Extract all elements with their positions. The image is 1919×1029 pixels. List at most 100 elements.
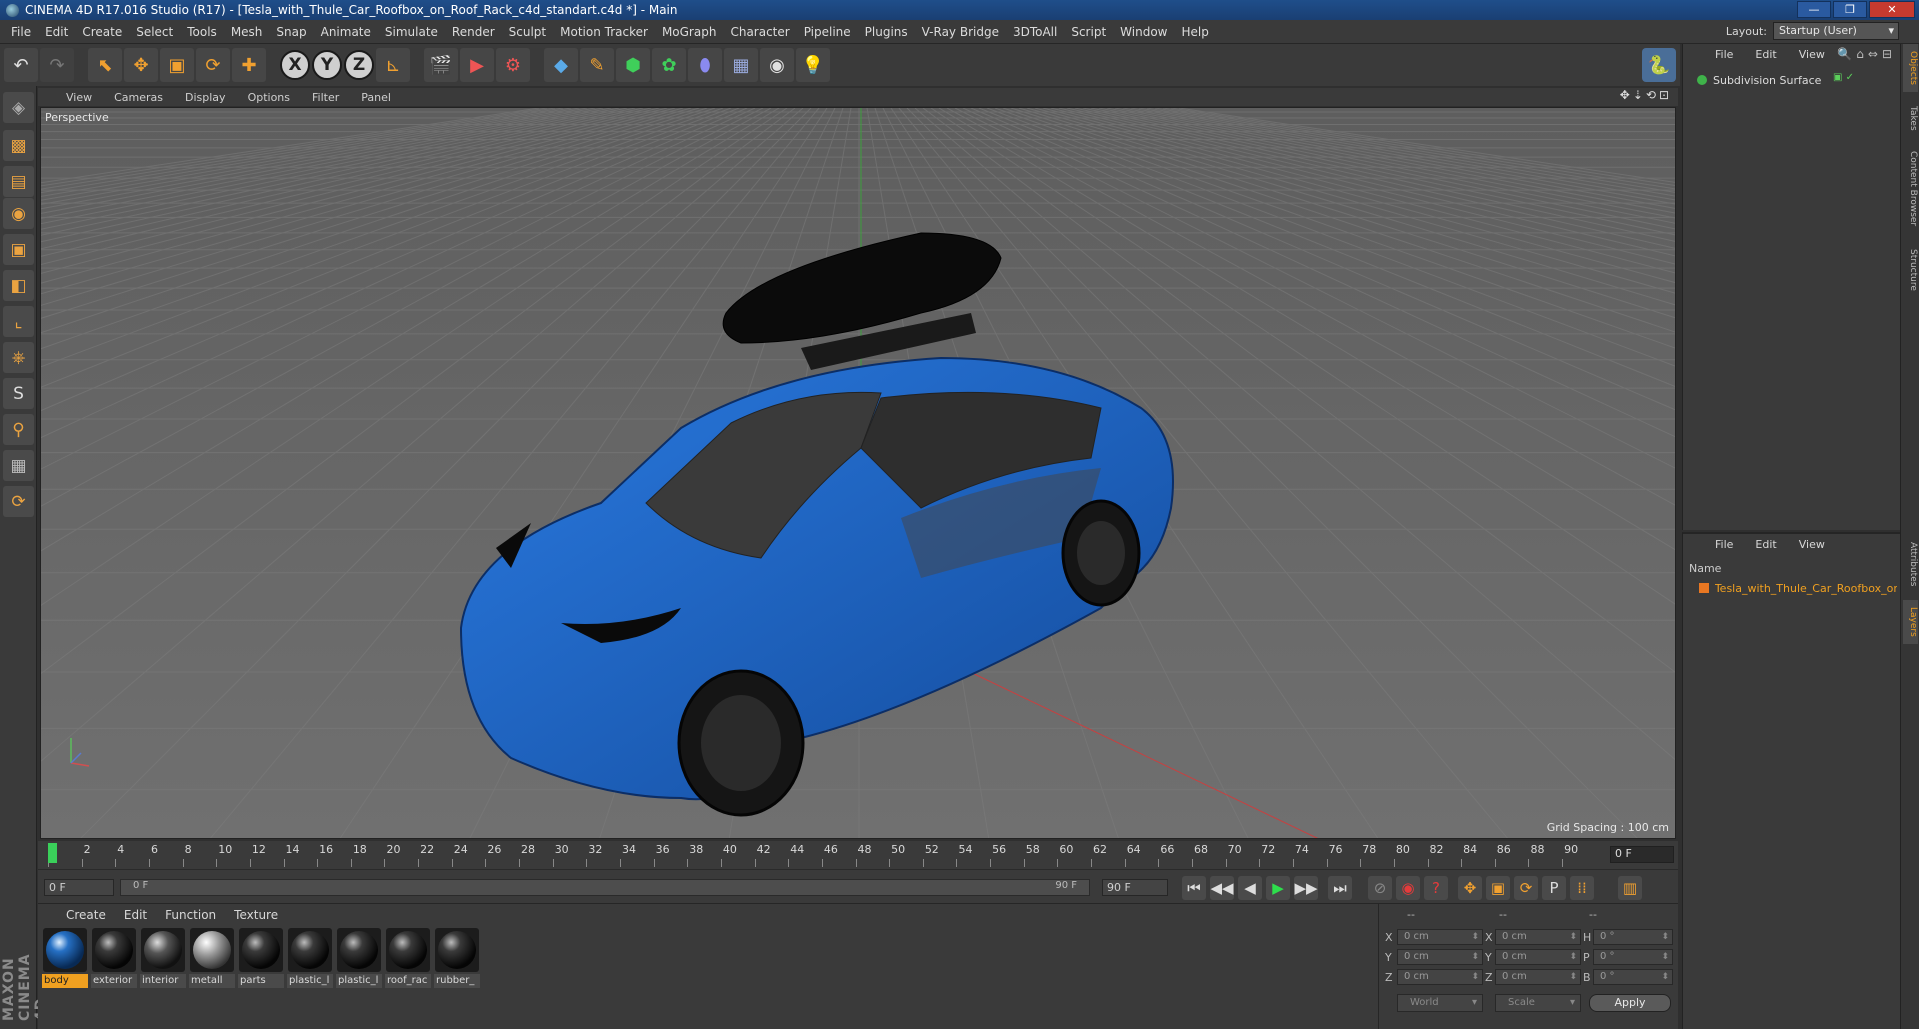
cloner-button[interactable]: ✿ bbox=[652, 48, 686, 82]
rot-p-field[interactable]: 0 ° bbox=[1593, 949, 1673, 965]
menu-plugins[interactable]: Plugins bbox=[858, 25, 915, 39]
object-row-subdivision-surface[interactable]: Subdivision Surface bbox=[1687, 72, 1857, 88]
menu-vray-bridge[interactable]: V-Ray Bridge bbox=[915, 25, 1006, 39]
minimize-button[interactable]: — bbox=[1797, 1, 1831, 18]
viewport-navigation-icons[interactable]: ✥⇣⟲⊡ bbox=[1620, 88, 1672, 102]
menu-tools[interactable]: Tools bbox=[180, 25, 224, 39]
menu-window[interactable]: Window bbox=[1113, 25, 1174, 39]
material-exterior[interactable]: exterior bbox=[91, 928, 137, 990]
magnet-icon[interactable]: ⚲ bbox=[3, 414, 34, 445]
menu-file[interactable]: File bbox=[4, 25, 38, 39]
render-to-picture-viewer-button[interactable]: ▶ bbox=[460, 48, 494, 82]
layout-select[interactable]: Startup (User) bbox=[1773, 22, 1899, 40]
move-tool-button[interactable]: ✥ bbox=[124, 48, 158, 82]
viewport-menu-options[interactable]: Options bbox=[248, 91, 290, 104]
viewport-menu-cameras[interactable]: Cameras bbox=[114, 91, 163, 104]
coordinate-system-button[interactable]: ⊾ bbox=[376, 48, 410, 82]
menu-snap[interactable]: Snap bbox=[269, 25, 313, 39]
menu-select[interactable]: Select bbox=[129, 25, 180, 39]
timeline-window-icon[interactable]: ▥ bbox=[1618, 876, 1642, 900]
rotate-tool-button[interactable]: ⟳ bbox=[196, 48, 230, 82]
menu-help[interactable]: Help bbox=[1174, 25, 1215, 39]
menu-animate[interactable]: Animate bbox=[314, 25, 378, 39]
go-to-start-button[interactable]: ⏮ bbox=[1182, 876, 1206, 900]
material-menu-edit[interactable]: Edit bbox=[124, 908, 147, 922]
render-settings-button[interactable]: ⚙ bbox=[496, 48, 530, 82]
material-interior[interactable]: interior bbox=[140, 928, 186, 990]
material-rubber[interactable]: rubber_ bbox=[434, 928, 480, 990]
size-x-field[interactable]: 0 cm bbox=[1495, 929, 1581, 945]
tab-layers[interactable]: Layers bbox=[1903, 600, 1918, 644]
objects-menu-file[interactable]: File bbox=[1715, 48, 1733, 61]
z-axis-lock-button[interactable]: Z bbox=[344, 50, 374, 80]
edges-mode-icon[interactable]: ◧ bbox=[3, 270, 34, 301]
pos-y-field[interactable]: 0 cm bbox=[1397, 949, 1483, 965]
current-frame-field[interactable]: 0 F bbox=[1610, 846, 1674, 863]
layer-row[interactable]: Tesla_with_Thule_Car_Roofbox_on bbox=[1687, 580, 1897, 596]
start-frame-field[interactable]: 0 F bbox=[44, 879, 114, 896]
floor-button[interactable]: ▦ bbox=[724, 48, 758, 82]
deformer-button[interactable]: ⬮ bbox=[688, 48, 722, 82]
viewport-menu-filter[interactable]: Filter bbox=[312, 91, 339, 104]
key-position-button[interactable]: ✥ bbox=[1458, 876, 1482, 900]
autokey-button[interactable]: ◉ bbox=[1396, 876, 1420, 900]
object-mode-icon[interactable]: ▩ bbox=[3, 130, 34, 161]
workplane-mode-icon[interactable]: ◉ bbox=[3, 198, 34, 229]
pos-x-field[interactable]: 0 cm bbox=[1397, 929, 1483, 945]
material-menu-texture[interactable]: Texture bbox=[234, 908, 278, 922]
rot-b-field[interactable]: 0 ° bbox=[1593, 969, 1673, 985]
menu-simulate[interactable]: Simulate bbox=[378, 25, 445, 39]
material-plastic-2[interactable]: plastic_l bbox=[336, 928, 382, 990]
tab-objects[interactable]: Objects bbox=[1903, 44, 1918, 92]
layers-menu-edit[interactable]: Edit bbox=[1755, 538, 1776, 551]
object-visibility-checks[interactable]: ▣ ✓ bbox=[1833, 72, 1854, 83]
material-body[interactable]: body bbox=[42, 928, 88, 990]
render-view-button[interactable]: 🎬 bbox=[424, 48, 458, 82]
tab-takes[interactable]: Takes bbox=[1903, 100, 1918, 136]
model-mode-icon[interactable]: ◈ bbox=[3, 92, 34, 123]
next-key-button[interactable]: ▶▶ bbox=[1294, 876, 1318, 900]
points-mode-icon[interactable]: ▣ bbox=[3, 234, 34, 265]
tab-attributes[interactable]: Attributes bbox=[1903, 534, 1918, 594]
menu-mesh[interactable]: Mesh bbox=[224, 25, 270, 39]
workplane-lock-icon[interactable]: ▦ bbox=[3, 450, 34, 481]
size-mode-dropdown[interactable]: Scale bbox=[1495, 994, 1581, 1012]
tab-content-browser[interactable]: Content Browser bbox=[1903, 144, 1918, 234]
tab-structure[interactable]: Structure bbox=[1903, 242, 1918, 298]
size-z-field[interactable]: 0 cm bbox=[1495, 969, 1581, 985]
camera-button[interactable]: ◉ bbox=[760, 48, 794, 82]
menu-motion-tracker[interactable]: Motion Tracker bbox=[553, 25, 655, 39]
menu-script[interactable]: Script bbox=[1064, 25, 1113, 39]
y-axis-lock-button[interactable]: Y bbox=[312, 50, 342, 80]
frame-range-slider[interactable]: 0 F 90 F bbox=[120, 879, 1090, 896]
size-y-field[interactable]: 0 cm bbox=[1495, 949, 1581, 965]
layers-name-column[interactable]: Name bbox=[1689, 562, 1721, 575]
polygons-mode-icon[interactable]: ⌞ bbox=[3, 306, 34, 337]
axis-mode-icon[interactable]: ⎈ bbox=[3, 342, 34, 373]
close-button[interactable]: ✕ bbox=[1869, 1, 1915, 18]
x-axis-lock-button[interactable]: X bbox=[280, 50, 310, 80]
menu-mograph[interactable]: MoGraph bbox=[655, 25, 724, 39]
undo-button[interactable]: ↶ bbox=[4, 48, 38, 82]
end-frame-field[interactable]: 90 F bbox=[1102, 879, 1168, 896]
viewport-menu-view[interactable]: View bbox=[66, 91, 92, 104]
play-button[interactable]: ▶ bbox=[1266, 876, 1290, 900]
add-cube-button[interactable]: ◆ bbox=[544, 48, 578, 82]
layers-menu-file[interactable]: File bbox=[1715, 538, 1733, 551]
menu-edit[interactable]: Edit bbox=[38, 25, 75, 39]
timeline-playhead[interactable] bbox=[48, 843, 57, 863]
previous-key-button[interactable]: ◀◀ bbox=[1210, 876, 1234, 900]
key-rotation-button[interactable]: ⟳ bbox=[1514, 876, 1538, 900]
key-pla-button[interactable]: ⁞⁞ bbox=[1570, 876, 1594, 900]
light-button[interactable]: 💡 bbox=[796, 48, 830, 82]
key-scale-button[interactable]: ▣ bbox=[1486, 876, 1510, 900]
snap-icon[interactable]: S bbox=[3, 378, 34, 409]
material-parts[interactable]: parts bbox=[238, 928, 284, 990]
material-metall[interactable]: metall bbox=[189, 928, 235, 990]
apply-button[interactable]: Apply bbox=[1589, 994, 1671, 1012]
material-plastic-1[interactable]: plastic_l bbox=[287, 928, 333, 990]
viewport-menu-panel[interactable]: Panel bbox=[361, 91, 391, 104]
material-menu-create[interactable]: Create bbox=[66, 908, 106, 922]
rot-h-field[interactable]: 0 ° bbox=[1593, 929, 1673, 945]
timeline-ticks[interactable]: 0246810121416182022242628303234363840424… bbox=[48, 841, 1593, 869]
